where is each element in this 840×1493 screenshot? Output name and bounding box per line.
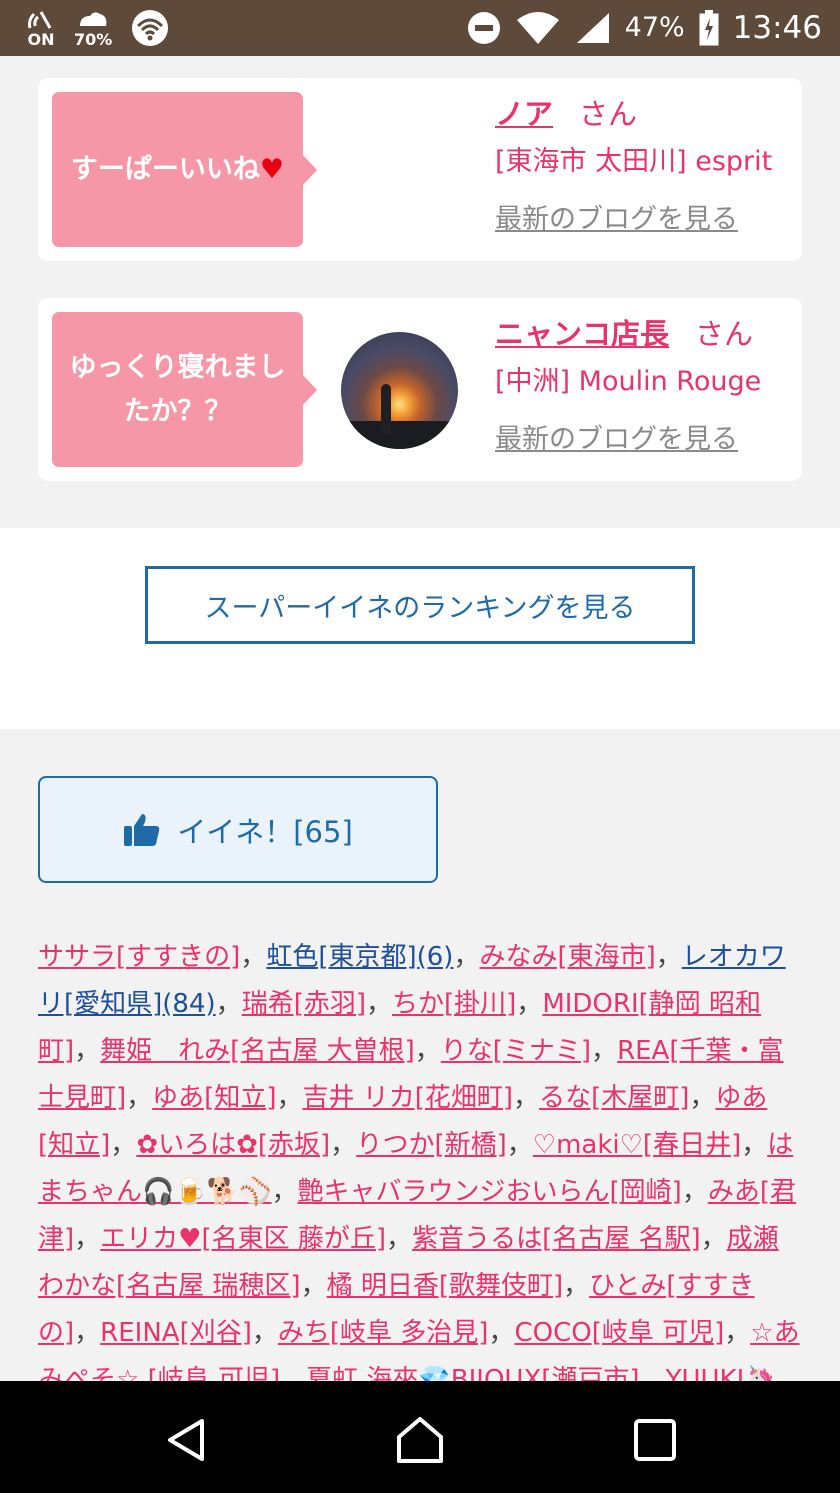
sender-info: ニャンコ店長 さん [中洲] Moulin Rouge 最新のブログを見る bbox=[495, 312, 795, 460]
super-like-card: すーぱーいいね♥ ノア さん [東海市 太田川] esprit 最新のブログを見る bbox=[38, 78, 802, 261]
liker-link[interactable]: 艶キャバラウンジおいらん[岡崎] bbox=[298, 1177, 682, 1207]
recent-apps-icon[interactable] bbox=[630, 1415, 680, 1465]
do-not-disturb-icon bbox=[467, 12, 500, 44]
separator: ， bbox=[300, 1271, 327, 1301]
separator: ， bbox=[681, 1177, 708, 1207]
separator: ， bbox=[271, 1177, 298, 1207]
latest-blog-link[interactable]: 最新のブログを見る bbox=[495, 200, 795, 240]
separator: ， bbox=[689, 1083, 716, 1113]
separator: ， bbox=[506, 1130, 533, 1160]
navigation-bar bbox=[0, 1381, 840, 1493]
liker-link[interactable]: 紫音うるは[名古屋 名駅] bbox=[412, 1224, 701, 1254]
likes-list: ササラ[すすきの]，虹色[東京都](6)，みなみ[東海市]，レオカワリ[愛知県]… bbox=[38, 934, 803, 1381]
separator: ， bbox=[414, 1036, 441, 1066]
separator: ， bbox=[74, 1224, 101, 1254]
thumbs-up-icon bbox=[124, 813, 160, 846]
separator: ， bbox=[700, 1224, 727, 1254]
separator: ， bbox=[74, 1318, 101, 1348]
liker-link[interactable]: ちか[掛川] bbox=[392, 989, 516, 1019]
clock: 13:46 bbox=[732, 10, 822, 46]
latest-blog-link[interactable]: 最新のブログを見る bbox=[495, 420, 795, 460]
separator: ， bbox=[741, 1130, 768, 1160]
liker-link[interactable]: 虹色[東京都](6) bbox=[266, 942, 453, 972]
heart-icon: ♥ bbox=[259, 153, 285, 185]
honorific: さん bbox=[579, 97, 638, 131]
wifi-icon bbox=[516, 12, 559, 44]
message-text: ゆっくり寝れましたか？？ bbox=[69, 351, 286, 427]
separator: ， bbox=[240, 942, 267, 972]
ranking-section: スーパーイイネのランキングを見る bbox=[0, 528, 840, 729]
separator: ， bbox=[251, 1318, 278, 1348]
signal-icon bbox=[576, 13, 609, 43]
separator: ， bbox=[591, 1036, 618, 1066]
liker-link[interactable]: みなみ[東海市] bbox=[479, 942, 655, 972]
separator: ， bbox=[453, 942, 480, 972]
liker-link[interactable]: みち[岐阜 多治見] bbox=[278, 1318, 489, 1348]
battery-percent: 47% bbox=[624, 12, 685, 43]
separator: ， bbox=[215, 989, 242, 1019]
liker-link[interactable]: ♡maki♡[春日井] bbox=[533, 1130, 741, 1160]
separator: ， bbox=[488, 1318, 515, 1348]
liker-link[interactable]: 夏虹 海來💎BIJOUX[瀬戸市] bbox=[306, 1365, 639, 1381]
battery-icon bbox=[699, 10, 719, 46]
separator: ， bbox=[639, 1365, 666, 1381]
separator: ， bbox=[516, 989, 543, 1019]
status-bar: ON 70% 47% 13:46 bbox=[0, 0, 840, 56]
liker-link[interactable]: 吉井 リカ[花畑町] bbox=[302, 1083, 513, 1113]
data-saver-icon: 70% bbox=[74, 8, 112, 48]
sender-name-link[interactable]: ノア bbox=[495, 97, 553, 131]
super-like-ranking-button[interactable]: スーパーイイネのランキングを見る bbox=[145, 566, 695, 644]
liker-link[interactable]: ササラ[すすきの] bbox=[38, 942, 240, 972]
like-button[interactable]: イイネ！[65] bbox=[38, 776, 438, 883]
liker-link[interactable]: 橘 明日香[歌舞伎町] bbox=[327, 1271, 564, 1301]
sender-info: ノア さん [東海市 太田川] esprit 最新のブログを見る bbox=[495, 92, 795, 240]
message-text: すーぱーいいね bbox=[70, 153, 260, 185]
avatar[interactable] bbox=[341, 332, 458, 449]
data-percent: 70% bbox=[74, 30, 113, 49]
liker-link[interactable]: REINA[刈谷] bbox=[100, 1318, 252, 1348]
back-icon[interactable] bbox=[162, 1415, 212, 1465]
liker-link[interactable]: ゆあ[知立] bbox=[152, 1083, 276, 1113]
separator: ， bbox=[386, 1224, 413, 1254]
separator: ， bbox=[110, 1130, 137, 1160]
sender-location: [中洲] Moulin Rouge bbox=[495, 366, 762, 397]
wifi-calling-icon bbox=[132, 10, 169, 46]
separator: ， bbox=[513, 1083, 540, 1113]
separator: ， bbox=[330, 1130, 357, 1160]
honorific: さん bbox=[695, 317, 754, 351]
message-bubble: ゆっくり寝れましたか？？ bbox=[52, 312, 317, 467]
page-content: すーぱーいいね♥ ノア さん [東海市 太田川] esprit 最新のブログを見る… bbox=[0, 56, 840, 1381]
like-button-label: イイネ！[65] bbox=[177, 814, 353, 849]
message-bubble: すーぱーいいね♥ bbox=[52, 92, 317, 247]
separator: ， bbox=[280, 1365, 307, 1381]
liker-link[interactable]: ✿いろは✿[赤坂] bbox=[136, 1130, 330, 1160]
home-icon[interactable] bbox=[395, 1415, 445, 1465]
liker-link[interactable]: COCO[岐阜 可児] bbox=[514, 1318, 724, 1348]
separator: ， bbox=[724, 1318, 751, 1348]
separator: ， bbox=[126, 1083, 153, 1113]
nfc-label: ON bbox=[27, 30, 55, 49]
sender-name-link[interactable]: ニャンコ店長 bbox=[495, 317, 669, 351]
liker-link[interactable]: りな[ミナミ] bbox=[441, 1036, 591, 1066]
separator: ， bbox=[276, 1083, 303, 1113]
liker-link[interactable]: るな[木屋町] bbox=[539, 1083, 689, 1113]
separator: ， bbox=[563, 1271, 590, 1301]
nfc-icon: ON bbox=[26, 8, 56, 48]
liker-link[interactable]: 瑞希[赤羽] bbox=[242, 989, 366, 1019]
liker-link[interactable]: 舞姫 れみ[名古屋 大曽根] bbox=[100, 1036, 415, 1066]
liker-link[interactable]: りつか[新橋] bbox=[356, 1130, 507, 1160]
super-like-card: ゆっくり寝れましたか？？ ニャンコ店長 さん [中洲] Moulin Rouge … bbox=[38, 298, 802, 481]
separator: ， bbox=[74, 1036, 101, 1066]
sender-location: [東海市 太田川] esprit bbox=[495, 146, 773, 177]
separator: ， bbox=[655, 942, 682, 972]
separator: ， bbox=[365, 989, 392, 1019]
liker-link[interactable]: エリカ♥[名東区 藤が丘] bbox=[100, 1224, 386, 1254]
